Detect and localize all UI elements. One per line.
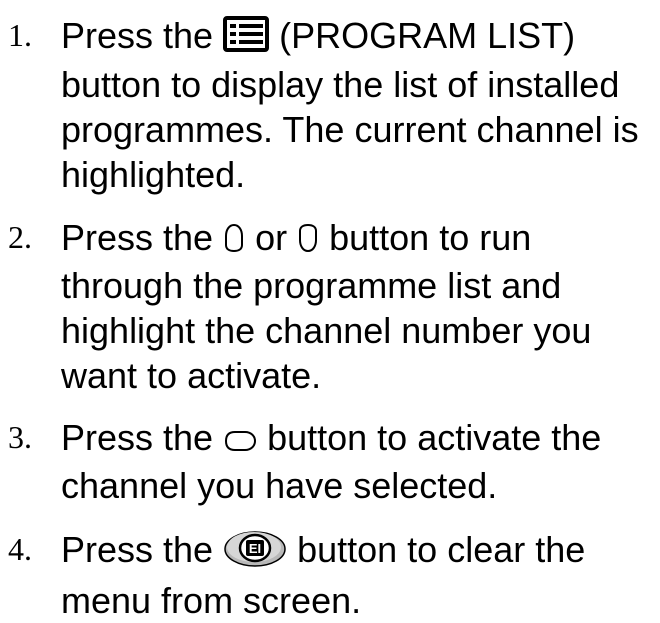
step-number: 3. (8, 419, 32, 455)
exit-icon: EI (223, 528, 287, 578)
down-arrow-icon (297, 218, 319, 263)
step-text-before: Press the (61, 217, 224, 258)
step-number: 1. (8, 17, 32, 53)
step-text: Press the (PROGRAM LIST) button to displ… (61, 13, 657, 197)
step-text-before: Press the (61, 15, 224, 56)
step-text-middle: or (245, 217, 298, 258)
right-arrow-icon (223, 418, 257, 463)
step-text: Press the EI button to clear the menu fr… (61, 527, 657, 623)
step-text: Press the or button to run through the p… (61, 215, 657, 398)
step-text-before: Press the (61, 417, 224, 458)
svg-text:EI: EI (249, 541, 261, 556)
up-arrow-icon (223, 218, 245, 263)
step-text-before: Press the (61, 529, 224, 570)
step-text: Press the button to activate the channel… (61, 415, 657, 508)
step-number: 2. (8, 219, 32, 255)
program-list-icon (223, 16, 270, 62)
step-number: 4. (8, 531, 32, 567)
